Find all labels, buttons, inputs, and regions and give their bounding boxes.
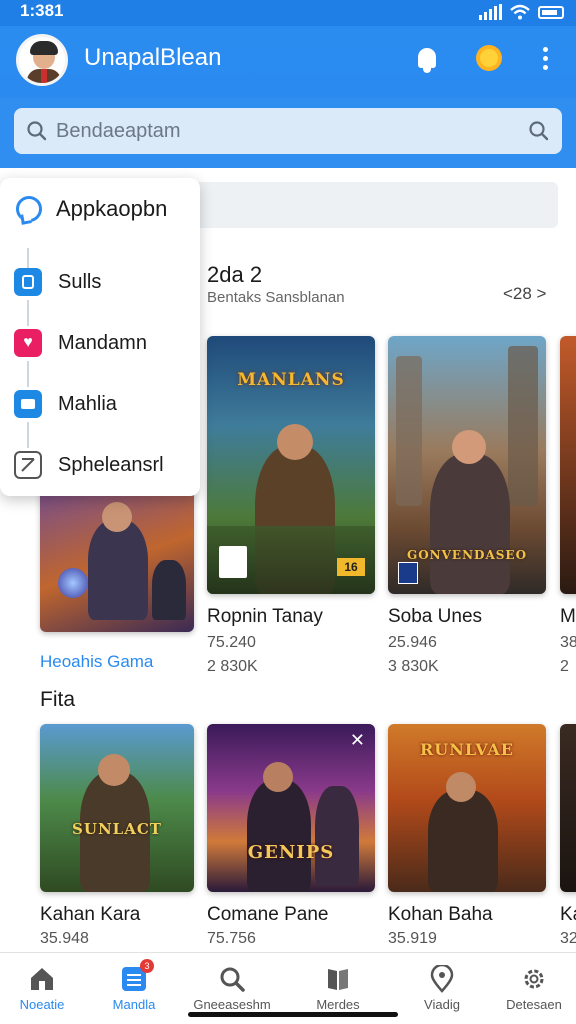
- search-icon: [27, 121, 47, 141]
- nav-label: Gneeaseshm: [193, 997, 271, 1012]
- card-title: Soba Unes: [388, 606, 483, 627]
- menu-item-label: Mandamn: [58, 331, 147, 354]
- menu-item-label: Sulls: [58, 270, 102, 293]
- toolbox-icon: [14, 390, 42, 418]
- chart-icon: [14, 451, 42, 479]
- close-icon[interactable]: ✕: [350, 730, 365, 751]
- nav-item-detesaen[interactable]: Detesaen: [486, 953, 576, 1024]
- card-title: Ropnin Tanay: [207, 606, 323, 627]
- card-title: Comane Pane: [207, 904, 329, 925]
- card-meta: 32: [560, 930, 576, 947]
- status-bar: 1:381: [0, 0, 576, 26]
- card-meta: 3 830K: [388, 658, 439, 675]
- nav-item-home[interactable]: Noeatie: [0, 953, 90, 1024]
- battery-icon: [538, 5, 564, 19]
- section-title-2: Fita: [40, 688, 76, 711]
- card-meta: 75.756: [207, 930, 256, 947]
- nav-label: Noeatie: [19, 997, 65, 1012]
- search-input[interactable]: Bendaeaptam: [14, 108, 562, 154]
- menu-item-label: Spheleansrl: [58, 453, 164, 476]
- menu-header[interactable]: Appkaopbn: [16, 196, 167, 222]
- notification-badge: 3: [140, 959, 154, 973]
- menu-item-sulls[interactable]: Sulls: [14, 268, 101, 296]
- game-card-partial[interactable]: [560, 724, 576, 892]
- system-icons: [479, 1, 564, 23]
- card-meta: 25.946: [388, 634, 437, 651]
- location-icon: [430, 965, 454, 993]
- notification-bell-icon[interactable]: [412, 43, 442, 73]
- search-area: Bendaeaptam: [0, 98, 576, 168]
- game-card[interactable]: SUNLACT: [40, 724, 194, 892]
- rating-badge: 16: [337, 558, 365, 576]
- game-logo: MANLANS: [237, 370, 345, 390]
- card-meta: 35.919: [388, 930, 437, 947]
- nav-item-viadig[interactable]: Viadig: [394, 953, 490, 1024]
- app-bar: UnapalBlean: [0, 26, 576, 98]
- game-card[interactable]: RUNLVAE: [388, 724, 546, 892]
- card-meta: 75.240: [207, 634, 256, 651]
- card-title: Kahan Kara: [40, 904, 141, 925]
- game-card[interactable]: GONVENDASEO: [388, 336, 546, 594]
- card-title: Ka: [560, 904, 576, 925]
- publisher-logo: [398, 562, 418, 584]
- gear-icon: [524, 969, 544, 989]
- nav-label: Viadig: [424, 997, 460, 1012]
- status-time: 1:381: [20, 1, 64, 20]
- heart-check-icon: ♥: [14, 329, 42, 357]
- card-meta: 35.948: [40, 930, 89, 947]
- menu-title: Appkaopbn: [56, 196, 168, 221]
- card-title: M: [560, 606, 576, 627]
- nav-item-mandla[interactable]: 3 Mandla: [86, 953, 182, 1024]
- nav-label: Merdes: [316, 997, 360, 1012]
- wifi-icon: [510, 4, 530, 20]
- game-logo: GONVENDASEO: [406, 548, 528, 562]
- home-indicator[interactable]: [188, 1012, 398, 1017]
- menu-item-mahlia[interactable]: Mahlia: [14, 390, 117, 418]
- game-logo: RUNLVAE: [419, 740, 514, 759]
- more-options-icon[interactable]: [530, 43, 560, 73]
- side-card-link[interactable]: Heoahis Gama: [40, 652, 153, 672]
- nav-label: Detesaen: [506, 997, 562, 1012]
- book-icon: [328, 969, 348, 990]
- game-card[interactable]: GENIPS ✕: [207, 724, 375, 892]
- card-meta: 2: [560, 658, 569, 675]
- section-pager[interactable]: <28 >: [503, 284, 547, 304]
- menu-item-label: Mahlia: [58, 392, 117, 415]
- sun-badge-icon[interactable]: [474, 43, 504, 73]
- avatar[interactable]: [16, 34, 68, 86]
- card-title: Kohan Baha: [388, 904, 493, 925]
- game-card[interactable]: MANLANS 16: [207, 336, 375, 594]
- home-icon: [31, 968, 53, 990]
- publisher-logo: [219, 546, 247, 578]
- search-placeholder: Bendaeaptam: [56, 120, 181, 142]
- square-icon: [14, 268, 42, 296]
- card-meta: 2 830K: [207, 658, 258, 675]
- section-title: 2da 2: [207, 262, 263, 287]
- game-logo: SUNLACT: [72, 820, 162, 838]
- nav-label: Mandla: [112, 997, 156, 1012]
- signal-icon: [479, 4, 502, 20]
- app-dropdown-menu: Appkaopbn Sulls ♥ Mandamn Mahlia Sphelea…: [0, 178, 200, 496]
- app-title: UnapalBlean: [84, 44, 222, 71]
- menu-item-mandamn[interactable]: ♥ Mandamn: [14, 329, 147, 357]
- section-subtitle: Bentaks Sansblanan: [207, 289, 345, 306]
- menu-item-spheleansrl[interactable]: Spheleansrl: [14, 451, 164, 479]
- game-card-partial[interactable]: [560, 336, 576, 594]
- search-submit-icon[interactable]: [528, 120, 550, 142]
- chat-icon: [16, 196, 42, 222]
- game-logo: GENIPS: [247, 842, 335, 863]
- search-icon: [220, 967, 245, 992]
- card-meta: 38: [560, 634, 576, 651]
